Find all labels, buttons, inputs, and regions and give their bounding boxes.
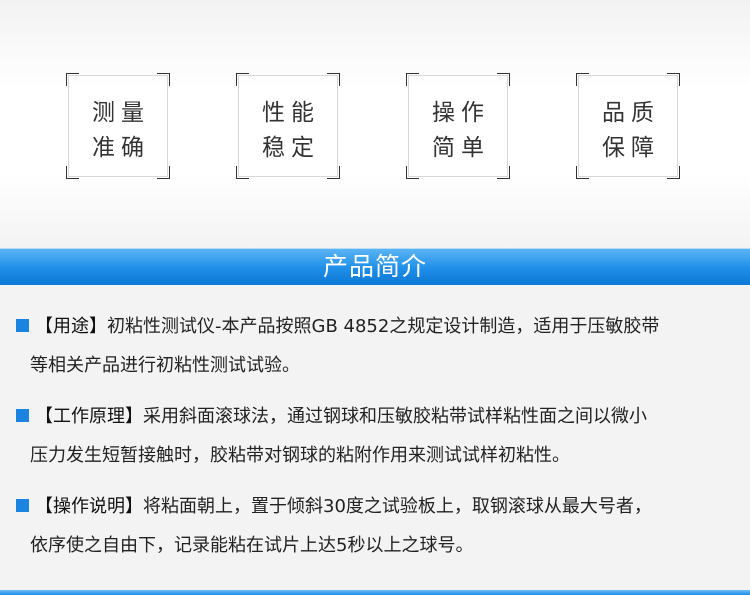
section-text: 将粘面朝上，置于倾斜30度之试验板上，取钢滚球从最大号者， (143, 496, 652, 517)
section-operation: 【操作说明】将粘面朝上，置于倾斜30度之试验板上，取钢滚球从最大号者， 依序使之… (16, 487, 738, 565)
bottom-bar (0, 590, 750, 595)
feature-line2: 简单 (432, 135, 490, 161)
section-label: 【工作原理】 (35, 406, 143, 427)
feature-line1: 测量 (92, 100, 150, 126)
feature-line1: 性能 (262, 100, 320, 126)
section-text-continued: 依序使之自由下，记录能粘在试片上达5秒以上之球号。 (30, 535, 474, 556)
section-label: 【用途】 (35, 316, 107, 337)
section-principle: 【工作原理】采用斜面滚球法，通过钢球和压敏胶粘带试样粘性面之间以微小 压力发生短… (16, 397, 738, 475)
square-bullet-icon (16, 318, 29, 332)
square-bullet-icon (16, 498, 29, 512)
section-banner: 产品简介 (0, 248, 750, 285)
section-usage: 【用途】初粘性测试仪-本产品按照GB 4852之规定设计制造，适用于压敏胶带 等… (16, 307, 738, 385)
section-text: 采用斜面滚球法，通过钢球和压敏胶粘带试样粘性面之间以微小 (143, 406, 647, 427)
section-text: 初粘性测试仪-本产品按照GB 4852之规定设计制造，适用于压敏胶带 (107, 316, 660, 337)
feature-box-accuracy: 测量 准确 (66, 73, 170, 179)
feature-box-stability: 性能 稳定 (236, 73, 340, 179)
banner-title: 产品简介 (322, 252, 427, 281)
square-bullet-icon (16, 408, 29, 422)
feature-box-simplicity: 操作 简单 (406, 73, 510, 179)
feature-box-quality: 品质 保障 (576, 73, 680, 179)
section-label: 【操作说明】 (35, 496, 143, 517)
feature-line1: 品质 (602, 100, 660, 126)
product-intro: 【用途】初粘性测试仪-本产品按照GB 4852之规定设计制造，适用于压敏胶带 等… (0, 285, 750, 595)
feature-line2: 稳定 (262, 135, 320, 161)
section-text-continued: 压力发生短暂接触时，胶粘带对钢球的粘附作用来测试试样初粘性。 (30, 445, 570, 466)
section-text-continued: 等相关产品进行初粘性测试试验。 (30, 355, 300, 376)
feature-line2: 保障 (602, 135, 660, 161)
feature-line1: 操作 (432, 100, 490, 126)
feature-line2: 准确 (92, 135, 150, 161)
features-area: 测量 准确 性能 稳定 操作 简单 品质 保障 (0, 0, 750, 248)
